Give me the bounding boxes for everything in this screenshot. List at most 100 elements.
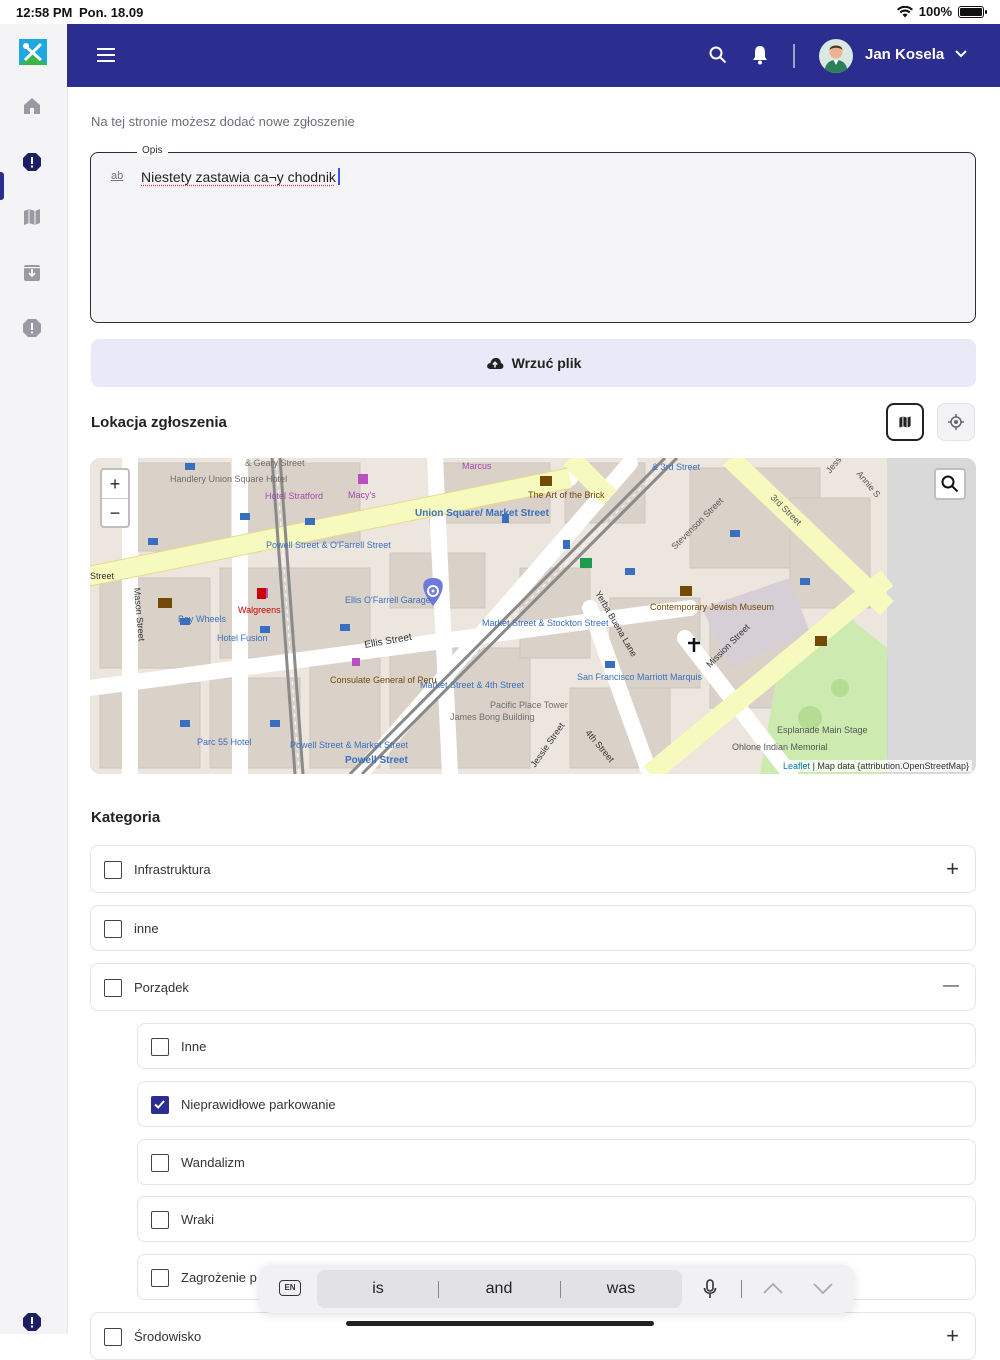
map-label: & Geary Street [245,458,305,468]
expand-icon[interactable]: + [946,858,959,880]
category-item-porzadek[interactable]: Porządek — [90,963,976,1011]
subcategory-checkbox[interactable] [151,1154,169,1172]
suggestion-1[interactable]: is [343,1280,413,1298]
user-name[interactable]: Jan Kosela [865,46,944,63]
map-label: Union Square/ Market Street [415,508,550,519]
status-date: Pon. 18.09 [79,5,144,20]
battery-icon [958,5,987,18]
map-label: Contemporary Jewish Museum [650,602,774,612]
category-label: Środowisko [134,1329,202,1344]
chevron-up-icon[interactable] [763,1283,783,1294]
map-label: San Francisco Marriott Marquis [577,672,703,682]
map-label: Street [90,571,115,581]
app-logo[interactable] [19,39,47,65]
home-indicator [346,1321,654,1326]
subcategory-item-wraki[interactable]: Wraki [137,1196,976,1242]
text-format-icon: ab [111,170,124,182]
map-attribution: Leaflet | Map data {attribution.OpenStre… [780,760,972,772]
my-location-button[interactable] [937,403,975,441]
map-label: Esplanade Main Stage [777,725,868,735]
avatar[interactable] [819,39,853,73]
suggestion-divider [438,1281,439,1298]
bell-icon[interactable] [752,45,768,65]
leaflet-link[interactable]: Leaflet [783,761,810,771]
zoom-in-button[interactable]: + [102,470,128,499]
alert-outline-icon[interactable] [22,318,42,338]
map-label: Walgreens [238,605,281,615]
suggestion-divider [560,1281,561,1298]
upload-file-button[interactable]: Wrzuć plik [91,339,976,387]
map-label: The Art of the Brick [528,490,605,500]
wifi-icon [896,5,913,17]
map-label: Hotel Stratford [265,491,323,501]
suggestions-container: is and was [317,1270,682,1308]
map-label: Ohlone Indian Memorial [732,742,828,752]
toolbar-divider [741,1280,742,1298]
chevron-down-icon[interactable] [813,1283,833,1294]
category-item-inne[interactable]: inne [90,905,976,951]
keyboard-language-button[interactable]: EN [279,1280,301,1296]
map-zoom-control: + − [100,468,130,528]
map-icon[interactable] [22,207,42,227]
map-label: Hotel Fusion [217,633,268,643]
attribution-text: | Map data {attribution.OpenStreetMap} [812,761,969,771]
category-checkbox[interactable] [104,979,122,997]
category-label: Infrastruktura [134,862,211,877]
location-map[interactable]: Handlery Union Square Hotel & Geary Stre… [90,458,976,774]
category-item-srodowisko[interactable]: Środowisko + [90,1312,976,1360]
header-divider [793,44,795,68]
subcategory-item-nieprawidlowe-parkowanie[interactable]: Nieprawidłowe parkowanie [137,1081,976,1127]
suggestion-3[interactable]: was [586,1280,656,1298]
category-item-infrastruktura[interactable]: Infrastruktura + [90,845,976,893]
map-tiles[interactable]: Handlery Union Square Hotel & Geary Stre… [90,458,976,774]
subcategory-checkbox[interactable] [151,1211,169,1229]
alert-icon[interactable] [22,152,42,172]
description-value[interactable]: Niestety zastawia ca¬y chodnik [141,169,336,185]
map-search-button[interactable] [934,468,966,500]
map-label: Pacific Place Tower [490,700,568,710]
subcategory-checkbox[interactable] [151,1269,169,1287]
category-label: Porządek [134,980,189,995]
sidebar-active-indicator [0,172,4,200]
zoom-out-button[interactable]: − [102,499,128,527]
top-header: Jan Kosela [67,24,1000,87]
map-icon [899,416,911,428]
search-icon[interactable] [709,46,727,64]
map-view-button[interactable] [886,403,924,441]
map-label: Market Street & 4th Street [420,680,525,690]
keyboard-suggestion-bar: EN is and was [259,1265,854,1313]
status-time: 12:58 PM [16,5,73,20]
locate-icon [948,414,964,430]
category-checkbox[interactable] [104,861,122,879]
category-checkbox[interactable] [104,920,122,938]
cloud-upload-icon [486,357,504,369]
subcategory-item-inne[interactable]: Inne [137,1023,976,1069]
download-icon[interactable] [22,263,42,283]
subcategory-label: Nieprawidłowe parkowanie [181,1097,336,1112]
home-icon[interactable] [22,96,42,116]
map-label: Handlery Union Square Hotel [170,474,287,484]
subcategory-item-wandalizm[interactable]: Wandalizm [137,1139,976,1185]
map-label: Ellis O'Farrell Garage [345,595,431,605]
report-alert-icon[interactable] [22,1312,42,1332]
category-title: Kategoria [91,809,161,826]
category-checkbox[interactable] [104,1328,122,1346]
map-label: Powell Street [345,755,408,766]
subcategory-label: Zagrożenie p [181,1270,257,1285]
chevron-down-icon[interactable] [955,50,967,58]
menu-icon[interactable] [97,48,115,62]
subcategory-checkbox[interactable] [151,1038,169,1056]
microphone-icon[interactable] [703,1279,717,1299]
search-icon [941,475,959,493]
text-caret [337,168,340,185]
collapse-icon[interactable]: — [943,976,959,996]
category-label: inne [134,921,159,936]
check-icon [154,1100,165,1109]
map-label: Parc 55 Hotel [197,737,252,747]
location-title: Lokacja zgłoszenia [91,414,227,431]
description-textarea[interactable]: Opis ab Niestety zastawia ca¬y chodnik [90,145,976,323]
expand-icon[interactable]: + [946,1325,959,1347]
subcategory-checkbox-checked[interactable] [151,1096,169,1114]
subcategory-label: Inne [181,1039,207,1054]
suggestion-2[interactable]: and [464,1280,534,1298]
